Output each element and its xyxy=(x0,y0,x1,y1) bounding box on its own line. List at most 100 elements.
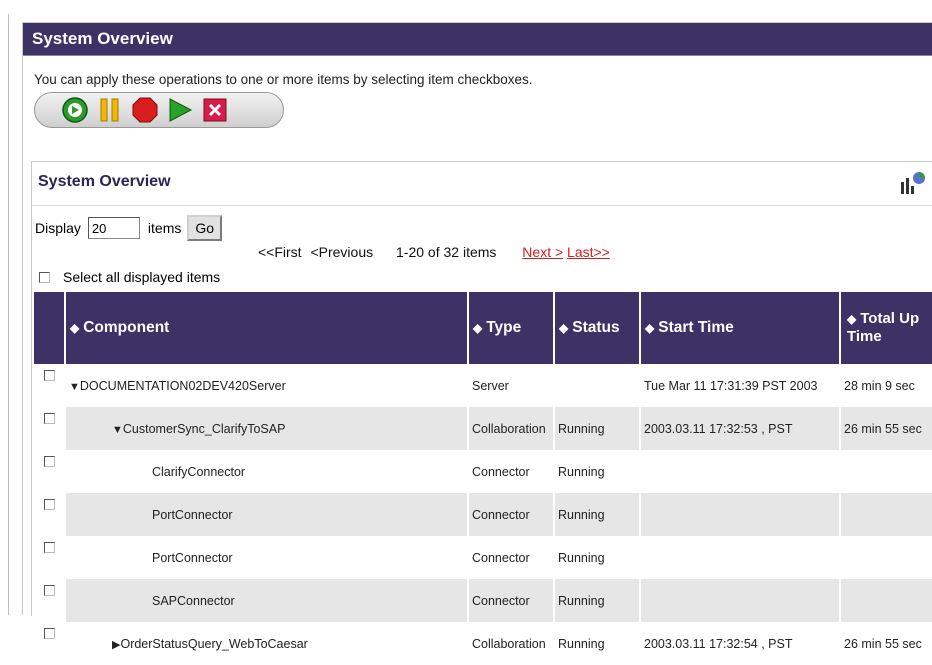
component-cell: ▼DOCUMENTATION02DEV420Server xyxy=(65,364,469,407)
start-time-cell: 2003.03.11 17:32:53 , PST xyxy=(640,407,841,450)
type-cell: Connector xyxy=(468,450,555,493)
component-link[interactable]: PortConnector xyxy=(152,551,233,565)
sort-icon: ◆ xyxy=(473,321,483,335)
pause-icon xyxy=(100,98,119,122)
sort-icon: ◆ xyxy=(70,321,80,335)
table-row[interactable]: PortConnector Connector Running xyxy=(34,493,932,536)
chart-view-button[interactable] xyxy=(899,170,927,201)
start-button[interactable] xyxy=(60,96,90,124)
status-column-header[interactable]: ◆ Status xyxy=(554,292,641,364)
start-time-cell xyxy=(640,450,841,493)
table-row[interactable]: SAPConnector Connector Running xyxy=(34,579,932,622)
row-checkbox[interactable] xyxy=(43,413,55,424)
pager-range: 1-20 of 32 items xyxy=(396,244,497,260)
type-cell: Collaboration xyxy=(468,622,555,665)
up-time-cell: 28 min 9 sec xyxy=(844,378,915,393)
up-time-cell xyxy=(840,493,932,536)
items-label: items xyxy=(147,220,182,236)
component-cell: PortConnector xyxy=(65,493,469,536)
type-cell: Connector xyxy=(468,579,555,622)
collapse-arrow-icon[interactable]: ▼ xyxy=(69,381,80,393)
start-time-cell: Tue Mar 11 17:31:39 PST 2003 xyxy=(640,364,841,407)
system-overview-outer-panel: System Overview You can apply these oper… xyxy=(22,22,932,665)
expand-arrow-icon[interactable]: ▶ xyxy=(112,639,120,651)
table-row[interactable]: ▶OrderStatusQuery_WebToCaesar Collaborat… xyxy=(34,622,932,665)
component-link[interactable]: PortConnector xyxy=(152,508,233,522)
play-icon xyxy=(169,98,193,122)
row-checkbox[interactable] xyxy=(43,456,55,467)
component-cell: ▶OrderStatusQuery_WebToCaesar xyxy=(65,622,469,665)
status-header-label: Status xyxy=(572,319,620,336)
status-cell: Running xyxy=(554,493,641,536)
component-cell: PortConnector xyxy=(65,536,469,579)
component-cell: ▼CustomerSync_ClarifyToSAP xyxy=(65,407,469,450)
sort-icon: ◆ xyxy=(847,312,857,326)
type-cell: Collaboration xyxy=(468,407,555,450)
component-link[interactable]: CustomerSync_ClarifyToSAP xyxy=(123,422,286,436)
delete-icon xyxy=(203,98,227,122)
chart-icon xyxy=(901,172,925,194)
type-cell: Connector xyxy=(468,493,555,536)
component-cell: ClarifyConnector xyxy=(65,450,469,493)
collapse-arrow-icon[interactable]: ▼ xyxy=(112,424,123,436)
status-cell: Running xyxy=(554,536,641,579)
display-controls: Display items Go xyxy=(35,215,223,241)
operations-toolbar xyxy=(34,92,284,128)
component-link[interactable]: DOCUMENTATION02DEV420Server xyxy=(80,379,286,393)
component-link[interactable]: SAPConnector xyxy=(152,594,235,608)
table-header-row: ◆ Component ◆ Type ◆ Status ◆ Start Time ◆ To… xyxy=(34,292,932,364)
row-checkbox[interactable] xyxy=(43,370,55,381)
row-checkbox[interactable] xyxy=(43,628,55,639)
pager-previous: <Previous xyxy=(310,244,374,260)
select-all-row: Select all displayed items xyxy=(39,269,220,285)
start-icon xyxy=(62,97,88,123)
component-link[interactable]: OrderStatusQuery_WebToCaesar xyxy=(120,637,307,651)
status-cell: Running xyxy=(554,450,641,493)
row-checkbox[interactable] xyxy=(43,499,55,510)
start-time-header-label: Start Time xyxy=(658,319,734,336)
type-column-header[interactable]: ◆ Type xyxy=(468,292,555,364)
status-cell: Running xyxy=(554,622,641,665)
pagination: <<First <Previous 1-20 of 32 items Next … xyxy=(258,244,610,260)
up-time-cell xyxy=(840,450,932,493)
status-cell xyxy=(554,364,641,407)
row-checkbox[interactable] xyxy=(43,585,55,596)
go-button[interactable]: Go xyxy=(187,215,223,241)
status-cell: Running xyxy=(554,407,641,450)
sort-icon: ◆ xyxy=(559,321,569,335)
start-time-cell xyxy=(640,536,841,579)
table-row[interactable]: PortConnector Connector Running xyxy=(34,536,932,579)
components-table: ◆ Component ◆ Type ◆ Status ◆ Start Time ◆ To… xyxy=(34,292,932,665)
display-count-input[interactable] xyxy=(87,217,140,239)
instructions-text: You can apply these operations to one or… xyxy=(34,72,533,87)
start-time-cell xyxy=(640,579,841,622)
stop-icon xyxy=(132,97,158,123)
table-row[interactable]: ▼CustomerSync_ClarifyToSAP Collaboration… xyxy=(34,407,932,450)
component-column-header[interactable]: ◆ Component xyxy=(65,292,469,364)
table-row[interactable]: ClarifyConnector Connector Running xyxy=(34,450,932,493)
pager-next-link[interactable]: Next > xyxy=(522,244,563,260)
total-up-time-column-header[interactable]: ◆ Total Up Time xyxy=(840,292,932,364)
type-cell: Server xyxy=(468,364,555,407)
delete-button[interactable] xyxy=(200,96,230,124)
up-time-cell: 26 min 55 sec xyxy=(844,636,922,651)
row-checkbox[interactable] xyxy=(43,542,55,553)
start-time-column-header[interactable]: ◆ Start Time xyxy=(640,292,841,364)
page-title: System Overview xyxy=(23,23,932,56)
start-time-cell: 2003.03.11 17:32:54 , PST xyxy=(640,622,841,665)
up-time-cell: 26 min 55 sec xyxy=(840,407,932,450)
select-all-label: Select all displayed items xyxy=(63,269,221,285)
type-header-label: Type xyxy=(486,319,522,336)
pager-last-link[interactable]: Last>> xyxy=(567,244,610,260)
pause-button[interactable] xyxy=(95,96,125,124)
component-header-label: Component xyxy=(83,319,170,336)
stop-button[interactable] xyxy=(130,96,160,124)
status-cell: Running xyxy=(554,579,641,622)
checkbox-column-header xyxy=(34,292,66,364)
component-link[interactable]: ClarifyConnector xyxy=(152,465,245,479)
pager-first: <<First xyxy=(258,244,302,260)
display-label: Display xyxy=(35,220,81,236)
select-all-checkbox[interactable] xyxy=(39,271,50,283)
table-row[interactable]: ▼DOCUMENTATION02DEV420Server Server Tue … xyxy=(34,364,932,407)
play-button[interactable] xyxy=(165,96,195,124)
